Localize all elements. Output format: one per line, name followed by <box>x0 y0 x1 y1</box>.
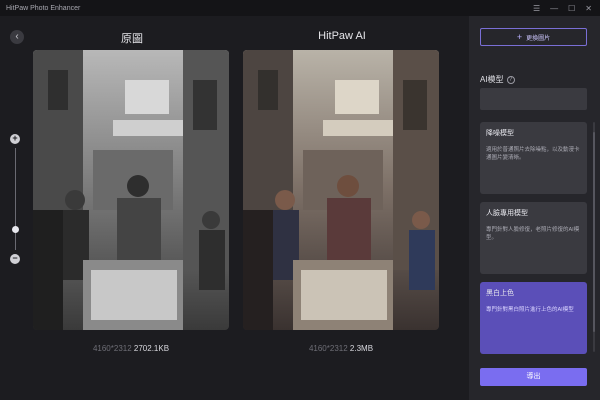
enhanced-dimensions: 4160*2312 <box>308 344 348 353</box>
model-card-face[interactable]: 人臉專用模型 專門針對人臉修復，老照片修復的AI模型。 <box>480 202 587 274</box>
preview-area: ‹ 原圖 HitPaw AI + − 4160*2312 2702.1KB 41… <box>0 16 469 400</box>
card-description: 專門針對人臉修復，老照片修復的AI模型。 <box>486 227 580 241</box>
settings-sidebar: + 更換圖片 AI模型 ? 降噪模型 適用於普通照片去除噪點，以及動漫卡通圖片變… <box>469 16 600 400</box>
info-icon[interactable]: ? <box>506 75 515 84</box>
original-info: 4160*2312 2702.1KB <box>33 344 229 353</box>
card-title: 降噪模型 <box>486 130 514 137</box>
zoom-handle[interactable] <box>12 226 19 233</box>
enhanced-photo <box>243 50 439 330</box>
change-image-button[interactable]: + 更換圖片 <box>480 28 587 46</box>
zoom-out-button[interactable]: − <box>10 254 20 264</box>
enhanced-info: 4160*2312 2.3MB <box>243 344 439 353</box>
maximize-icon[interactable]: ☐ <box>568 4 575 13</box>
scrollbar-thumb[interactable] <box>593 132 595 332</box>
ai-model-label: AI模型 ? <box>480 74 515 85</box>
original-title: 原圖 <box>121 33 143 45</box>
sidebar-scrollbar[interactable] <box>593 122 595 352</box>
plus-icon: + <box>516 32 523 42</box>
zoom-in-button[interactable]: + <box>10 134 20 144</box>
window-controls: ☰ — ☐ ✕ <box>533 4 592 13</box>
enhanced-filesize: 2.3MB <box>349 344 374 353</box>
minimize-icon[interactable]: — <box>550 4 558 13</box>
card-title: 黑白上色 <box>486 290 514 297</box>
enhanced-title: HitPaw AI <box>318 30 366 42</box>
app-title: HitPaw Photo Enhancer <box>6 4 81 12</box>
model-card-denoise[interactable]: 降噪模型 適用於普通照片去除噪點，以及動漫卡通圖片變清晰。 <box>480 122 587 194</box>
original-photo <box>33 50 229 330</box>
zoom-track[interactable] <box>15 148 16 250</box>
card-description: 專門針對黑白照片進行上色的AI模型 <box>486 307 574 313</box>
model-select-box[interactable] <box>480 88 587 110</box>
back-arrow-icon[interactable]: ‹ <box>10 30 24 44</box>
export-button[interactable]: 導出 <box>480 368 587 386</box>
original-filesize: 2702.1KB <box>133 344 170 353</box>
close-icon[interactable]: ✕ <box>585 4 592 13</box>
original-dimensions: 4160*2312 <box>92 344 132 353</box>
card-title: 人臉專用模型 <box>486 210 528 217</box>
change-image-label: 更換圖片 <box>526 35 551 42</box>
model-card-colorize[interactable]: 黑白上色 專門針對黑白照片進行上色的AI模型 <box>480 282 587 354</box>
title-bar: HitPaw Photo Enhancer ☰ — ☐ ✕ <box>0 0 600 16</box>
ai-model-text: AI模型 <box>480 75 504 84</box>
card-description: 適用於普通照片去除噪點，以及動漫卡通圖片變清晰。 <box>486 147 580 161</box>
menu-icon[interactable]: ☰ <box>533 4 540 13</box>
zoom-slider[interactable]: + − <box>10 134 22 264</box>
